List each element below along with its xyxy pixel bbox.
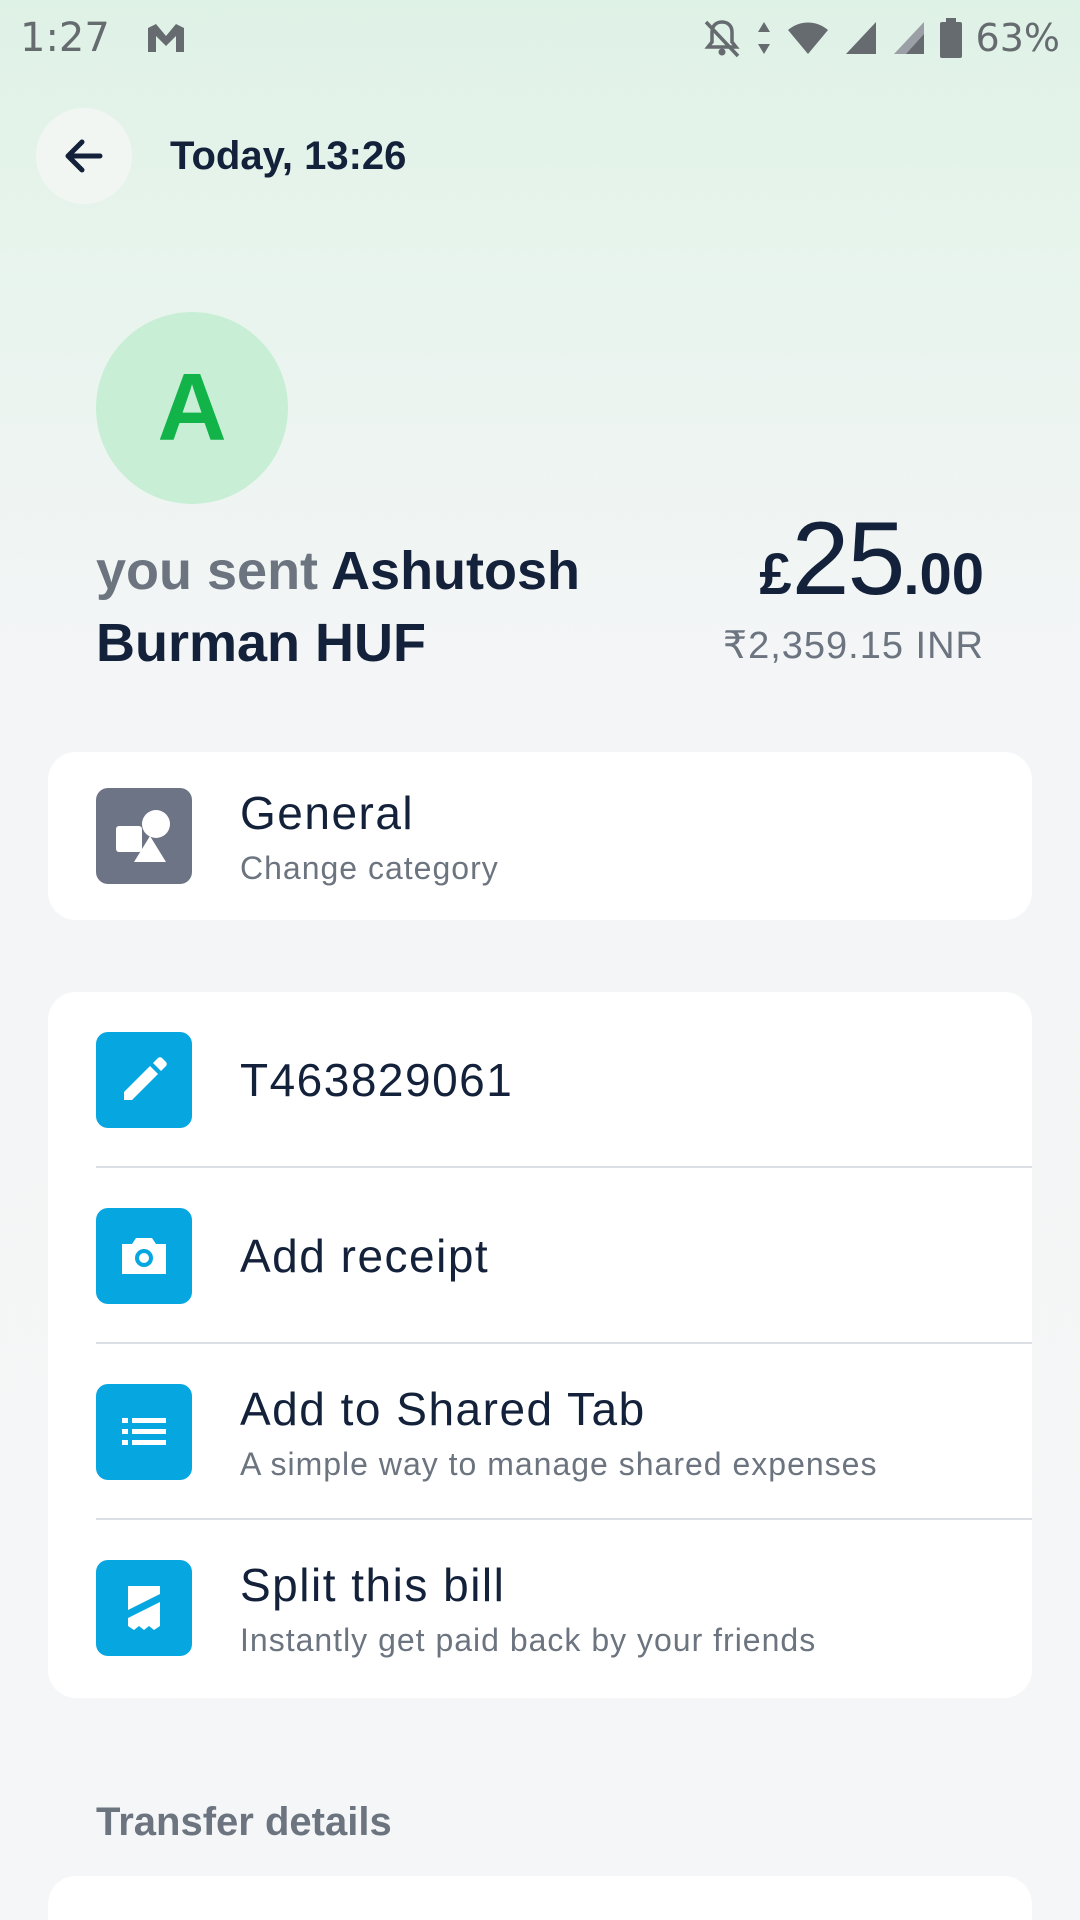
amount: £25.00 (723, 500, 984, 619)
change-category-row[interactable]: General Change category (48, 752, 1032, 920)
wifi-icon (786, 20, 830, 56)
actions-card: T463829061 Add receipt Add to Shared Tab… (48, 992, 1032, 1698)
split-bill-row[interactable]: Split this bill Instantly get paid back … (48, 1520, 1032, 1696)
camera-icon (96, 1208, 192, 1304)
add-receipt-row[interactable]: Add receipt (48, 1168, 1032, 1344)
category-card: General Change category (48, 752, 1032, 920)
receipt-icon (96, 1560, 192, 1656)
category-title: General (240, 786, 415, 839)
page-title: Today, 13:26 (170, 133, 407, 178)
reference-text: T463829061 (240, 1054, 514, 1106)
split-bill-subtitle: Instantly get paid back by your friends (240, 1621, 817, 1658)
header: Today, 13:26 (36, 108, 406, 204)
transfer-details-heading: Transfer details (96, 1800, 392, 1844)
converted-amount: ₹2,359.15 INR (722, 625, 984, 667)
reference-row[interactable]: T463829061 (48, 992, 1032, 1168)
transfer-details-card (48, 1876, 1032, 1920)
notifications-off-icon (702, 18, 742, 58)
shapes-icon (96, 788, 192, 884)
signal-icon-2 (892, 20, 926, 56)
shared-tab-row[interactable]: Add to Shared Tab A simple way to manage… (48, 1344, 1032, 1520)
pencil-icon (96, 1032, 192, 1128)
battery-icon (939, 18, 962, 58)
amount-block: £25.00 ₹2,359.15 INR (723, 500, 984, 668)
signal-icon (844, 20, 878, 56)
amount-integer: 25 (791, 501, 906, 617)
back-arrow-icon (65, 139, 103, 173)
amount-decimal: .00 (903, 542, 984, 607)
transaction-summary: you sent Ashutosh Burman HUF (96, 535, 656, 679)
split-bill-title: Split this bill (240, 1558, 506, 1611)
avatar-letter: A (157, 354, 227, 461)
avatar: A (96, 312, 288, 504)
add-receipt-label: Add receipt (240, 1230, 490, 1282)
data-arrows-icon (756, 20, 772, 56)
status-bar: 1:27 63% (0, 0, 1080, 76)
sent-prefix: you sent (96, 541, 319, 601)
category-subtitle: Change category (240, 849, 499, 886)
shared-tab-subtitle: A simple way to manage shared expenses (240, 1445, 878, 1482)
status-time: 1:27 (20, 15, 110, 61)
list-icon (96, 1384, 192, 1480)
gmail-icon (146, 22, 186, 54)
shared-tab-title: Add to Shared Tab (240, 1382, 646, 1435)
battery-percentage: 63% (975, 16, 1060, 60)
amount-currency: £ (759, 542, 792, 607)
back-button[interactable] (36, 108, 132, 204)
